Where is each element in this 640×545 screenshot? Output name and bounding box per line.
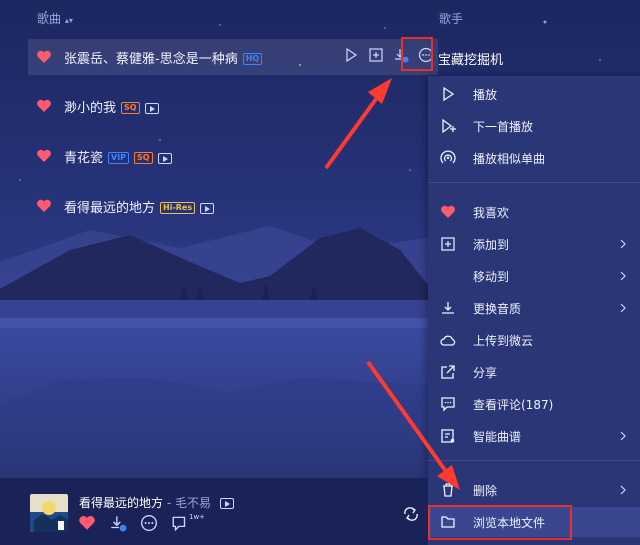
now-playing[interactable]: 看得最远的地方 - 毛不易 (79, 494, 234, 511)
menu-item-label: 我喜欢 (473, 205, 510, 220)
menu-item-label: 播放相似单曲 (473, 151, 546, 166)
menu-item-label: 上传到微云 (473, 333, 534, 348)
menu-item-label: 移动到 (473, 269, 510, 284)
menu-item-smart-score[interactable]: 智能曲谱 (428, 421, 640, 451)
highlight-box-more (401, 37, 433, 71)
song-title-text: 青花瓷 (64, 150, 104, 166)
play-icon[interactable] (343, 47, 359, 63)
menu-item-play-similar[interactable]: 播放相似单曲 (428, 143, 640, 173)
menu-item-label: 删除 (473, 483, 498, 498)
song-title[interactable]: 青花瓷 VIP SQ (64, 147, 172, 166)
menu-item-label: 智能曲谱 (473, 429, 522, 444)
mv-icon[interactable] (200, 202, 215, 214)
menu-item-delete[interactable]: 删除 (428, 475, 640, 505)
song-row[interactable]: 渺小的我 SQ (28, 88, 438, 124)
mv-icon[interactable] (144, 102, 159, 114)
menu-item-upload-cloud[interactable]: 上传到微云 (428, 325, 640, 355)
trash-icon (443, 483, 453, 497)
mv-icon[interactable] (219, 498, 234, 509)
menu-item-play[interactable]: 播放 (428, 79, 640, 109)
add-icon[interactable] (368, 47, 384, 63)
now-playing-title: 看得最远的地方 (79, 496, 164, 510)
chevron-right-icon (620, 271, 626, 281)
more-icon[interactable] (140, 514, 158, 532)
heart-icon[interactable] (78, 514, 96, 532)
context-menu: 播放 下一首播放 播放相似单曲 我喜欢 添加到 移动到 更换音质 上传到微云 分… (428, 76, 640, 545)
song-row[interactable]: 青花瓷 VIP SQ (28, 138, 438, 174)
menu-item-add-to[interactable]: 添加到 (428, 229, 640, 259)
sort-icon: ▴▾ (64, 16, 73, 25)
sq-badge: SQ (121, 102, 140, 114)
song-title[interactable]: 渺小的我 SQ (64, 97, 159, 116)
chevron-right-icon (620, 303, 626, 313)
comment-icon[interactable] (171, 514, 189, 532)
song-title-text: 渺小的我 (64, 100, 117, 116)
chevron-right-icon (620, 431, 626, 441)
menu-item-comments[interactable]: 查看评论(187) (428, 389, 640, 419)
song-title-text: 张震岳、蔡健雅-思念是一种病 (64, 51, 238, 67)
play-next-icon (442, 118, 456, 134)
heart-icon[interactable] (36, 148, 52, 164)
song-title-text: 看得最远的地方 (64, 200, 156, 216)
menu-item-label: 添加到 (473, 237, 510, 252)
radar-icon (440, 150, 456, 164)
menu-item-share[interactable]: 分享 (428, 357, 640, 387)
hq-badge: HQ (242, 53, 263, 65)
comment-icon (441, 397, 455, 412)
heart-icon[interactable] (36, 198, 52, 214)
download-icon[interactable] (109, 514, 127, 532)
add-icon (441, 237, 455, 251)
comment-count: 1w+ (189, 513, 206, 521)
menu-item-change-quality[interactable]: 更换音质 (428, 293, 640, 323)
menu-item-label: 查看评论(187) (473, 397, 554, 412)
song-column-header[interactable]: 歌曲 ▴▾ (37, 10, 73, 27)
artist-column-label: 歌手 (439, 12, 464, 26)
album-cover[interactable] (30, 494, 68, 532)
menu-divider (428, 460, 640, 461)
sq-badge: SQ (134, 152, 153, 164)
highlight-box-browse-local (428, 505, 572, 540)
menu-divider (428, 182, 640, 183)
now-playing-sep: - (163, 496, 175, 510)
song-column-label: 歌曲 (37, 12, 62, 26)
menu-item-play-next[interactable]: 下一首播放 (428, 111, 640, 141)
hires-badge: Hi-Res (160, 202, 196, 214)
chevron-right-icon (620, 485, 626, 495)
player-actions (78, 514, 189, 532)
vip-badge: VIP (108, 152, 130, 164)
chevron-right-icon (620, 239, 626, 249)
heart-icon[interactable] (36, 49, 52, 65)
menu-item-move-to[interactable]: 移动到 (428, 261, 640, 291)
song-row[interactable]: 张震岳、蔡健雅-思念是一种病 HQ (28, 39, 438, 75)
now-playing-artist[interactable]: 毛不易 (175, 496, 211, 510)
share-icon (441, 365, 455, 379)
menu-item-label: 播放 (473, 87, 498, 102)
cloud-icon (440, 335, 456, 346)
song-title[interactable]: 张震岳、蔡健雅-思念是一种病 HQ (64, 48, 263, 67)
heart-icon (441, 205, 455, 218)
song-row[interactable]: 看得最远的地方 Hi-Res (28, 188, 438, 224)
download-icon (442, 302, 454, 314)
song-title[interactable]: 看得最远的地方 Hi-Res (64, 197, 215, 216)
menu-item-label: 下一首播放 (473, 119, 534, 134)
heart-icon[interactable] (36, 98, 52, 114)
artist-name[interactable]: 宝藏挖掘机 (438, 49, 503, 68)
play-icon (443, 86, 455, 102)
loop-icon[interactable] (402, 505, 420, 523)
mv-icon[interactable] (157, 152, 172, 164)
score-icon (441, 429, 455, 443)
menu-item-label: 更换音质 (473, 301, 522, 316)
menu-item-label: 分享 (473, 365, 498, 380)
menu-item-like[interactable]: 我喜欢 (428, 197, 640, 227)
artist-column-header[interactable]: 歌手 (439, 10, 463, 27)
